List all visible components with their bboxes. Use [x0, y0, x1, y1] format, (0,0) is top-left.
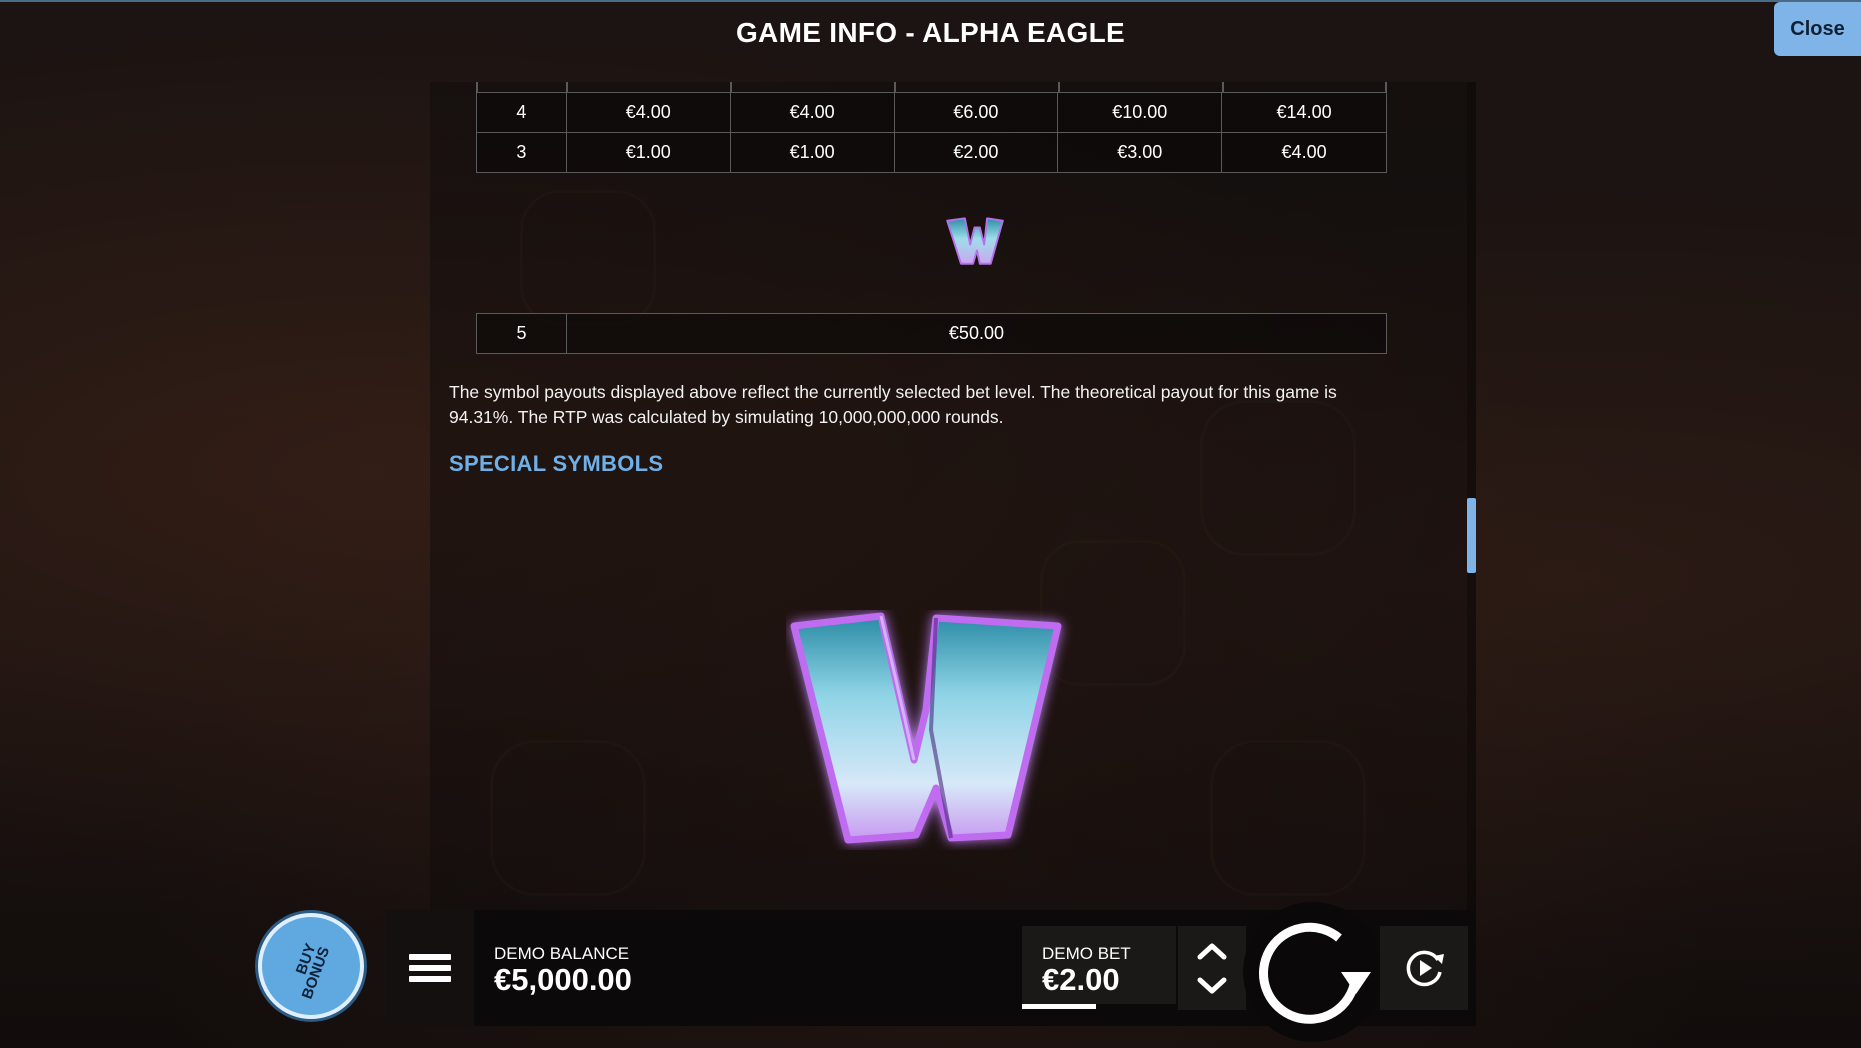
- bet-label: DEMO BET: [1042, 944, 1131, 963]
- chevron-down-icon: [1197, 977, 1227, 994]
- table-row: 4 €4.00 €4.00 €6.00 €10.00 €14.00: [476, 92, 1387, 133]
- spin-icon: [1259, 922, 1371, 1024]
- balance-value: €5,000.00: [494, 962, 632, 997]
- bet-level-indicator: [1022, 1004, 1096, 1009]
- count-cell: 4: [476, 92, 567, 133]
- spin-button[interactable]: [1243, 902, 1383, 1042]
- autoplay-icon: [1406, 950, 1444, 987]
- paytable: 4 €4.00 €4.00 €6.00 €10.00 €14.00 3 €1.0…: [476, 92, 1387, 173]
- page-title: GAME INFO - ALPHA EAGLE: [735, 17, 1126, 48]
- payout-cell: €50.00: [565, 313, 1388, 354]
- chevron-up-icon: [1197, 943, 1227, 960]
- payout-cell: €4.00: [1221, 132, 1387, 173]
- payout-cell: €4.00: [729, 92, 895, 133]
- payout-cell: €4.00: [565, 92, 731, 133]
- payout-cell: €3.00: [1057, 132, 1223, 173]
- wild-paytable: 5 €50.00: [476, 313, 1388, 354]
- table-top-edge: [476, 82, 1387, 92]
- payout-cell: €10.00: [1057, 92, 1223, 133]
- scrollbar-track[interactable]: [1467, 82, 1476, 910]
- count-cell: 3: [476, 132, 567, 173]
- wild-w-icon: [946, 217, 1004, 265]
- payout-cell: €1.00: [729, 132, 895, 173]
- table-row: 5 €50.00: [476, 313, 1388, 354]
- payout-cell: €1.00: [565, 132, 731, 173]
- wild-w-icon: [790, 612, 1062, 844]
- close-button[interactable]: Close: [1774, 2, 1861, 56]
- bet-increase-button[interactable]: [1197, 943, 1227, 960]
- count-cell: 5: [476, 313, 567, 354]
- bet-value: €2.00: [1042, 962, 1120, 997]
- balance-label: DEMO BALANCE: [494, 944, 630, 963]
- menu-button[interactable]: [386, 910, 474, 1026]
- bet-decrease-button[interactable]: [1197, 977, 1227, 994]
- top-border: [0, 0, 1861, 2]
- payout-cell: €2.00: [893, 132, 1059, 173]
- hamburger-menu-icon: [409, 949, 451, 987]
- scrollbar-thumb[interactable]: [1467, 498, 1476, 573]
- buy-bonus-button[interactable]: BUY BONUS: [258, 913, 364, 1019]
- rtp-description: The symbol payouts displayed above refle…: [449, 382, 1337, 427]
- special-symbols-heading: SPECIAL SYMBOLS: [449, 451, 664, 476]
- bet-adjust-control[interactable]: [1178, 926, 1246, 1010]
- table-row: 3 €1.00 €1.00 €2.00 €3.00 €4.00: [476, 132, 1387, 173]
- payout-cell: €14.00: [1221, 92, 1387, 133]
- autoplay-button[interactable]: [1380, 926, 1468, 1010]
- payout-cell: €6.00: [893, 92, 1059, 133]
